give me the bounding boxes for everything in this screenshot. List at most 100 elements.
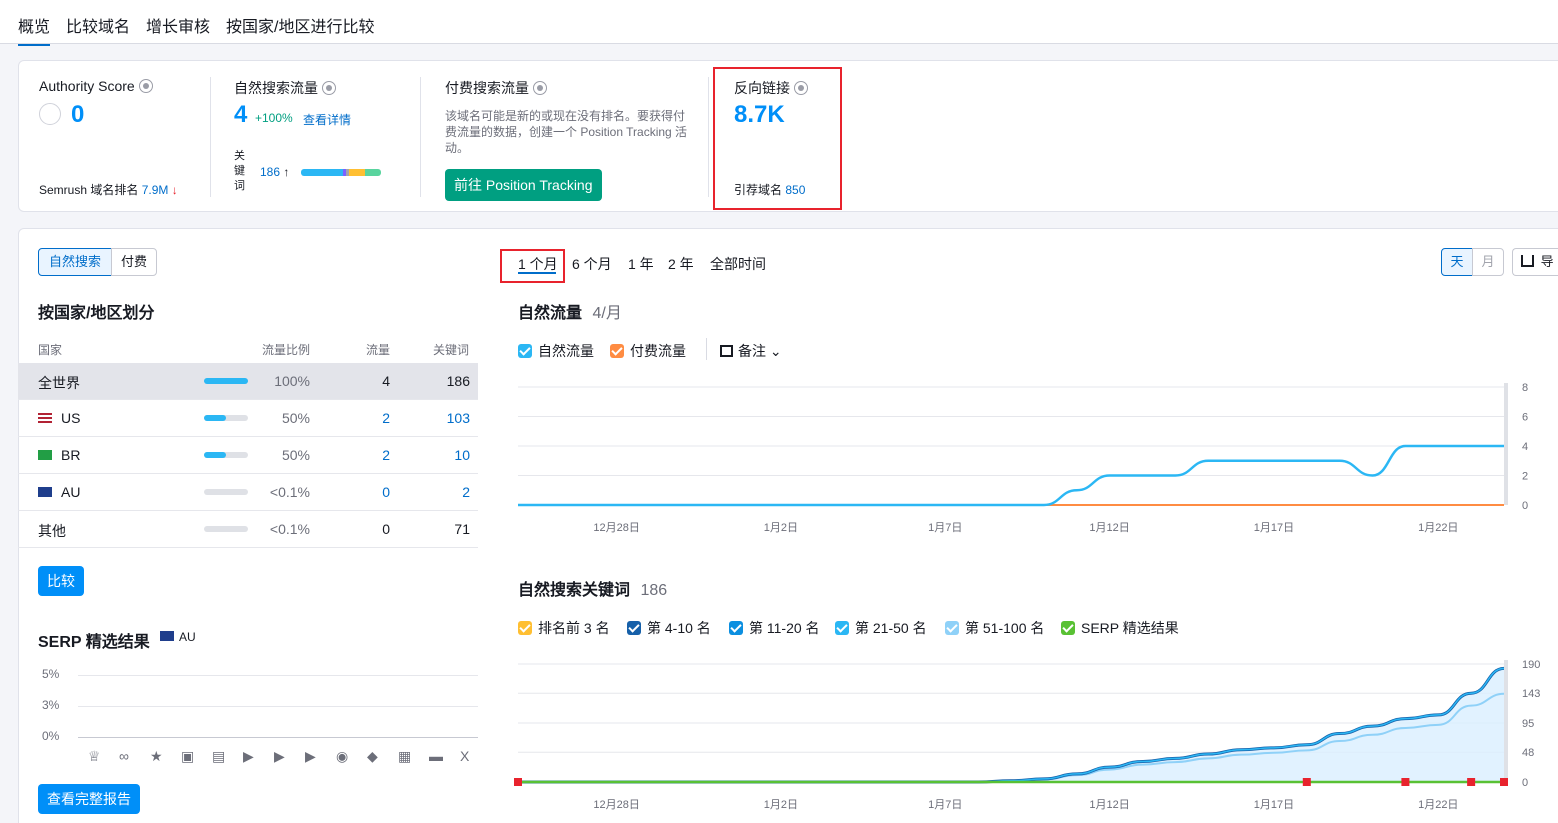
tab-overview[interactable]: 概览 <box>18 13 51 46</box>
legend-top11-20[interactable]: 第 11-20 名 <box>729 618 820 638</box>
education-icon[interactable]: ◆ <box>367 748 378 765</box>
keywords-value[interactable]: 103 <box>447 410 470 426</box>
video-icon[interactable]: ▶ <box>243 748 254 765</box>
traffic-value[interactable]: 0 <box>382 521 390 537</box>
table-row[interactable]: AU <0.1% 0 2 <box>18 474 478 511</box>
trophy-icon[interactable]: ♕ <box>88 748 101 765</box>
go-position-tracking-button[interactable]: 前往 Position Tracking <box>445 169 602 201</box>
traffic-value[interactable]: 2 <box>382 447 390 463</box>
granularity-day[interactable]: 天 <box>1441 248 1473 276</box>
legend-organic-traffic[interactable]: 自然流量 <box>518 341 594 361</box>
keywords-chart-title: 自然搜索关键词 <box>518 582 631 599</box>
country-name: AU <box>38 484 80 500</box>
paid-traffic-description: 该域名可能是新的或现在没有排名。要获得付费流量的数据，创建一个 Position… <box>445 109 688 155</box>
legend-top51-100[interactable]: 第 51-100 名 <box>945 618 1044 638</box>
traffic-value[interactable]: 0 <box>382 484 390 500</box>
table-row[interactable]: BR 50% 2 10 <box>18 437 478 474</box>
event-marker-icon[interactable] <box>1500 778 1508 786</box>
star-icon[interactable]: ★ <box>150 748 163 765</box>
organic-traffic-value[interactable]: 4 <box>234 101 247 129</box>
checkbox-icon <box>627 621 641 635</box>
info-icon[interactable] <box>533 81 547 95</box>
serp-axis-label: 5% <box>42 667 60 681</box>
y-tick-label: 95 <box>1522 718 1534 730</box>
serp-features-title: SERP 精选结果 <box>38 634 150 651</box>
notes-dropdown[interactable]: 备注 ⌄ <box>720 341 782 361</box>
checkbox-icon <box>610 344 624 358</box>
keywords-chart[interactable]: 0 48 95 143 190 12月28日 1月2日 1月7日 1月12日 1月17日 1月22日 <box>500 652 1558 823</box>
traffic-share: <0.1% <box>269 484 310 500</box>
keywords-count[interactable]: 186 ↑ <box>260 165 289 179</box>
info-icon[interactable] <box>138 79 153 93</box>
keywords-value[interactable]: 2 <box>462 484 470 500</box>
export-button[interactable]: 导 <box>1512 248 1558 276</box>
period-1-year[interactable]: 1 年 <box>628 254 654 274</box>
link-icon[interactable]: ∞ <box>119 748 129 764</box>
image-icon[interactable]: ▣ <box>181 748 194 765</box>
briefcase-icon[interactable]: ▬ <box>429 748 443 764</box>
legend-serp-features[interactable]: SERP 精选结果 <box>1061 618 1179 638</box>
rank-value[interactable]: 7.9M <box>142 183 169 197</box>
event-marker-icon[interactable] <box>1401 778 1410 786</box>
legend-top4-10[interactable]: 第 4-10 名 <box>627 618 711 638</box>
x-tick-label: 1月22日 <box>1418 799 1458 811</box>
table-row[interactable]: 其他 <0.1% 0 71 <box>18 511 478 548</box>
info-icon[interactable] <box>322 81 336 95</box>
table-row[interactable]: 全世界 100% 4 186 <box>18 363 478 400</box>
x-tick-label: 1月22日 <box>1418 522 1458 534</box>
tab-compare-by-country[interactable]: 按国家/地区进行比较 <box>226 13 374 37</box>
legend-label: 第 51-100 名 <box>965 620 1045 636</box>
y-tick-label: 4 <box>1522 441 1528 453</box>
toggle-paid[interactable]: 付费 <box>111 248 157 276</box>
table-row[interactable]: US 50% 2 103 <box>18 400 478 437</box>
traffic-value[interactable]: 2 <box>382 410 390 426</box>
chevron-down-icon: ⌄ <box>769 343 782 359</box>
share-bar <box>204 526 248 532</box>
legend-paid-traffic[interactable]: 付费流量 <box>610 341 686 361</box>
rank-down-arrow-icon: ↓ <box>171 183 178 197</box>
period-6-months[interactable]: 6 个月 <box>572 254 612 274</box>
gallery-icon[interactable]: ▤ <box>212 748 225 765</box>
toggle-organic[interactable]: 自然搜索 <box>38 248 112 276</box>
legend-top21-50[interactable]: 第 21-50 名 <box>835 618 927 638</box>
tab-growth-review[interactable]: 增长审核 <box>146 13 210 37</box>
period-2-years[interactable]: 2 年 <box>668 254 694 274</box>
traffic-chart-subtitle: 4/月 <box>592 305 622 322</box>
traffic-share: 50% <box>281 410 310 426</box>
y-tick-label: 143 <box>1522 688 1540 700</box>
event-marker-icon[interactable] <box>1302 778 1311 786</box>
news-icon[interactable]: ▦ <box>398 748 411 765</box>
keywords-distribution-bar <box>301 169 381 176</box>
play-icon[interactable]: ▶ <box>305 748 316 765</box>
traffic-value[interactable]: 4 <box>382 373 390 389</box>
location-icon[interactable]: ◉ <box>336 748 348 765</box>
granularity-month[interactable]: 月 <box>1472 248 1504 276</box>
tab-compare-domains[interactable]: 比较域名 <box>66 13 130 37</box>
checkbox-icon <box>1061 621 1075 635</box>
keywords-value[interactable]: 10 <box>454 447 470 463</box>
serp-axis-label: 0% <box>42 729 60 743</box>
country-section-title: 按国家/地区划分 <box>38 305 155 322</box>
organic-change: +100% <box>255 111 293 125</box>
event-marker-icon[interactable] <box>514 778 522 786</box>
keywords-value[interactable]: 186 <box>447 373 470 389</box>
period-all-time[interactable]: 全部时间 <box>710 254 766 274</box>
event-marker-icon[interactable] <box>1467 778 1476 786</box>
legend-label: 排名前 3 名 <box>538 620 610 636</box>
divider <box>420 77 421 197</box>
x-icon[interactable]: X <box>460 748 469 764</box>
y-tick-label: 190 <box>1522 659 1540 671</box>
legend-top3[interactable]: 排名前 3 名 <box>518 618 610 638</box>
compare-button[interactable]: 比较 <box>38 566 84 596</box>
keywords-value[interactable]: 71 <box>454 521 470 537</box>
traffic-chart[interactable]: 0 2 4 6 8 12月28日 1月2日 1月7日 1月12日 1月17日 1月22日 <box>500 375 1558 535</box>
x-tick-label: 1月12日 <box>1089 799 1129 811</box>
br-flag-icon <box>38 450 52 460</box>
view-full-report-button[interactable]: 查看完整报告 <box>38 784 140 814</box>
share-bar <box>204 489 248 495</box>
divider <box>706 338 707 360</box>
video-card-icon[interactable]: ▶ <box>274 748 285 765</box>
comment-icon <box>720 345 733 357</box>
x-tick-label: 1月2日 <box>764 522 798 534</box>
view-details-link[interactable]: 查看详情 <box>303 111 351 128</box>
